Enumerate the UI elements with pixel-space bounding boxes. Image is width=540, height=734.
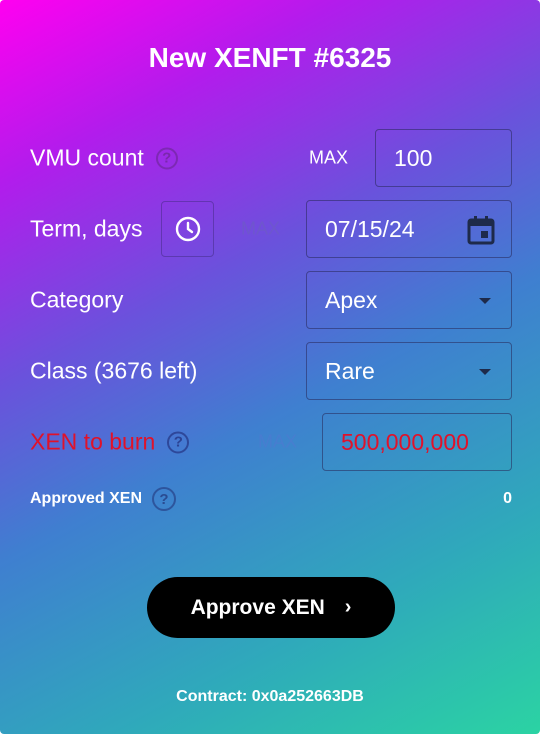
vmu-label: VMU count ? <box>30 145 178 172</box>
vmu-row: VMU count ? MAX 100 <box>30 129 512 187</box>
class-select[interactable]: Rare <box>306 342 512 400</box>
term-label: Term, days <box>30 215 143 242</box>
vmu-label-text: VMU count <box>30 144 144 171</box>
contract-address: Contract: 0x0a252663DB <box>176 688 364 705</box>
calendar-icon[interactable] <box>467 215 495 245</box>
burn-help-icon[interactable]: ? <box>167 431 190 453</box>
approved-label-text: Approved XEN <box>30 490 143 507</box>
category-row: Category Apex <box>30 271 512 329</box>
term-value: 07/15/24 <box>325 215 415 242</box>
vmu-max-button[interactable]: MAX <box>309 148 348 169</box>
clock-button[interactable] <box>161 201 214 257</box>
term-date-input[interactable]: 07/15/24 <box>306 200 512 258</box>
vmu-value: 100 <box>394 144 433 171</box>
approved-label: Approved XEN ? <box>30 487 177 511</box>
chevron-down-icon <box>479 369 491 375</box>
class-label: Class (3676 left) <box>30 357 198 384</box>
approved-help-icon[interactable]: ? <box>152 487 177 511</box>
term-max-button[interactable]: MAX <box>241 219 280 240</box>
category-value: Apex <box>325 286 378 313</box>
chevron-right-icon: › <box>344 596 352 618</box>
burn-max-button[interactable]: MAX <box>258 432 297 453</box>
class-value: Rare <box>325 357 375 384</box>
vmu-input[interactable]: 100 <box>375 129 512 187</box>
chevron-down-icon <box>479 298 491 304</box>
category-label: Category <box>30 286 124 313</box>
category-select[interactable]: Apex <box>306 271 512 329</box>
burn-row: XEN to burn ? MAX 500,000,000 <box>30 413 512 471</box>
approve-xen-button[interactable]: Approve XEN › <box>147 577 395 638</box>
term-row: Term, days MAX 07/15/24 <box>30 200 512 258</box>
burn-input[interactable]: 500,000,000 <box>322 413 512 471</box>
burn-value: 500,000,000 <box>341 428 469 455</box>
approved-value: 0 <box>503 490 512 507</box>
xenft-card: New XENFT #6325 VMU count ? MAX 100 Term… <box>0 0 540 734</box>
clock-icon <box>175 216 200 242</box>
burn-label: XEN to burn ? <box>30 428 190 456</box>
page-title: New XENFT #6325 <box>148 42 392 73</box>
class-row: Class (3676 left) Rare <box>30 342 512 400</box>
burn-label-text: XEN to burn <box>30 428 156 455</box>
vmu-help-icon[interactable]: ? <box>155 147 178 169</box>
approve-xen-label: Approve XEN <box>190 595 325 619</box>
